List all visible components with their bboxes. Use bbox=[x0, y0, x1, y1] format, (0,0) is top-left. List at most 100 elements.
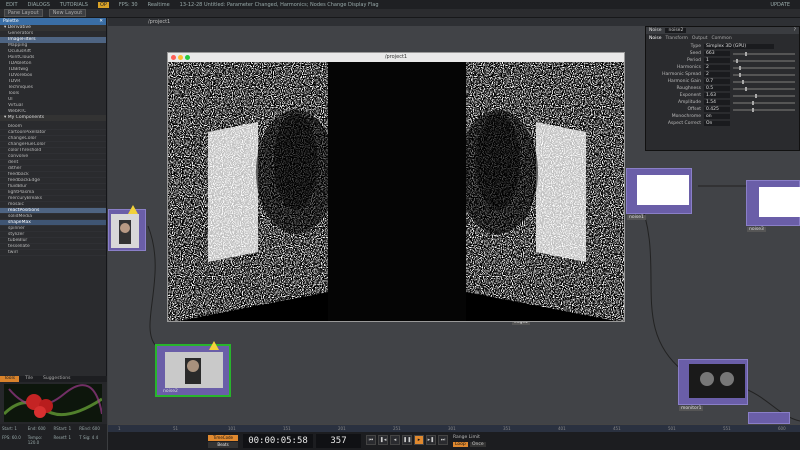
param-name: Harmonic Gain bbox=[667, 79, 701, 84]
stat-cell: T Sig: 4 4 bbox=[79, 434, 99, 440]
preview-thumbnail bbox=[4, 384, 102, 422]
param-value[interactable]: Simplex 3D (GPU) bbox=[704, 44, 774, 49]
param-slider[interactable] bbox=[733, 58, 795, 63]
slider-knob[interactable] bbox=[745, 51, 748, 56]
step-forward-button[interactable]: ▸❚ bbox=[426, 435, 436, 445]
op-node-monitor1[interactable]: monitor1 bbox=[678, 359, 748, 411]
minimize-window-icon[interactable] bbox=[178, 55, 183, 60]
op-node-left[interactable] bbox=[108, 209, 146, 251]
slider-knob[interactable] bbox=[751, 107, 754, 112]
param-value[interactable]: 2 bbox=[704, 65, 730, 70]
step-back-button[interactable]: ❚◂ bbox=[378, 435, 388, 445]
param-slider[interactable] bbox=[733, 100, 795, 105]
op-node-noise2[interactable]: noise2 bbox=[155, 344, 231, 397]
tab-common[interactable]: Common bbox=[712, 36, 732, 41]
stat-cell: Tempo: 120.0 bbox=[27, 434, 43, 445]
palette-group-components[interactable]: ▾ My Components bbox=[0, 115, 106, 121]
rewind-button[interactable]: ⏮ bbox=[366, 435, 376, 445]
timecode-mode-button[interactable]: TimeCode bbox=[208, 435, 238, 441]
tab-tools[interactable]: Tools bbox=[0, 376, 20, 382]
param-value[interactable]: 1.63 bbox=[704, 93, 730, 98]
ruler-tick: 151 bbox=[283, 426, 291, 431]
menu-tutorials[interactable]: TUTORIALS bbox=[60, 2, 88, 8]
param-slider[interactable] bbox=[733, 107, 795, 112]
slider-knob[interactable] bbox=[754, 93, 757, 98]
param-slider[interactable] bbox=[733, 79, 795, 84]
play-reverse-button[interactable]: ◂ bbox=[390, 435, 400, 445]
param-slider[interactable] bbox=[733, 51, 795, 56]
param-value[interactable]: On bbox=[704, 121, 730, 126]
slider-knob[interactable] bbox=[739, 65, 742, 70]
tab-transform[interactable]: Transform bbox=[665, 36, 687, 41]
tab-output[interactable]: Output bbox=[692, 36, 708, 41]
param-name: Offset bbox=[687, 107, 701, 112]
realtime-toggle[interactable]: Realtime bbox=[148, 2, 170, 8]
timecode-display[interactable]: 00:00:05:58 bbox=[243, 434, 313, 448]
param-value[interactable]: 0.5 bbox=[704, 86, 730, 91]
param-name: Amplitude bbox=[677, 100, 701, 105]
param-value[interactable]: 1.54 bbox=[704, 100, 730, 105]
once-button[interactable]: Once bbox=[470, 442, 486, 447]
tab-noise[interactable]: Noise bbox=[649, 36, 661, 41]
perform-window[interactable]: /project1 bbox=[167, 52, 625, 322]
param-value[interactable]: 0.7 bbox=[704, 79, 730, 84]
param-value[interactable]: on bbox=[704, 114, 730, 119]
slider-knob[interactable] bbox=[739, 72, 742, 77]
help-icon[interactable]: ? bbox=[794, 28, 796, 33]
component-item[interactable]: twirl bbox=[0, 250, 106, 256]
param-row: Monochrome on bbox=[646, 113, 799, 120]
node-viewer bbox=[759, 187, 800, 217]
param-rows: Type Simplex 3D (GPU) Seed 663 Period 1 Harmon… bbox=[646, 43, 799, 127]
close-window-icon[interactable] bbox=[171, 55, 176, 60]
close-icon[interactable]: ✕ bbox=[99, 18, 103, 25]
menu-edit[interactable]: EDIT bbox=[6, 2, 18, 8]
window-titlebar[interactable]: /project1 bbox=[168, 53, 624, 62]
param-name: Seed bbox=[689, 51, 701, 56]
palette-title: Palette bbox=[3, 19, 19, 24]
stat-cell: Start: 1 bbox=[2, 426, 17, 431]
network-path[interactable]: /project1 bbox=[148, 19, 170, 25]
op-node-null1[interactable] bbox=[748, 412, 790, 424]
slider-knob[interactable] bbox=[736, 58, 739, 63]
update-button[interactable]: UPDATE bbox=[770, 2, 790, 8]
op-node-noise1[interactable]: noise1 bbox=[626, 168, 692, 220]
loop-button[interactable]: Loop bbox=[453, 442, 468, 447]
param-value[interactable]: 0.425 bbox=[704, 107, 730, 112]
param-row: Offset 0.425 bbox=[646, 106, 799, 113]
beats-mode-button[interactable]: Beats bbox=[208, 442, 238, 448]
frame-display[interactable]: 357 bbox=[316, 434, 361, 448]
param-slider[interactable] bbox=[733, 72, 795, 77]
play-button[interactable]: ▸ bbox=[414, 435, 424, 445]
pause-button[interactable]: ❚❚ bbox=[402, 435, 412, 445]
timeline-ruler[interactable]: 1 51 101 151 201 251 301 351 401 451 501 551 600 bbox=[108, 425, 800, 432]
param-slider[interactable] bbox=[733, 93, 795, 98]
fast-forward-button[interactable]: ⏭ bbox=[438, 435, 448, 445]
param-value[interactable]: 663 bbox=[704, 51, 730, 56]
param-row: Seed 663 bbox=[646, 50, 799, 57]
slider-knob[interactable] bbox=[751, 100, 754, 105]
op-node-noise3[interactable]: noise3 bbox=[746, 180, 800, 232]
pane-layout-button[interactable]: Pane Layout bbox=[4, 9, 43, 17]
warning-icon[interactable] bbox=[209, 341, 219, 350]
menu-dialogs[interactable]: DIALOGS bbox=[28, 2, 50, 8]
op-badge[interactable]: OP bbox=[97, 1, 109, 8]
maximize-window-icon[interactable] bbox=[185, 55, 190, 60]
op-type: Noise bbox=[649, 28, 662, 33]
param-slider[interactable] bbox=[733, 65, 795, 70]
timeline-bar: 1 51 101 151 201 251 301 351 401 451 501 551 600 Tim… bbox=[108, 424, 800, 450]
new-layout-button[interactable]: New Layout bbox=[48, 9, 87, 17]
ruler-tick: 301 bbox=[448, 426, 456, 431]
tab-suggestions[interactable]: Suggestions bbox=[39, 376, 75, 382]
node-viewer bbox=[165, 352, 223, 388]
ruler-tick: 51 bbox=[173, 426, 179, 431]
param-row: Harmonics 2 bbox=[646, 64, 799, 71]
slider-knob[interactable] bbox=[742, 79, 745, 84]
warning-icon[interactable] bbox=[128, 205, 138, 214]
param-slider[interactable] bbox=[733, 86, 795, 91]
param-value[interactable]: 1 bbox=[704, 58, 730, 63]
param-value[interactable]: 2 bbox=[704, 72, 730, 77]
parameter-panel: Noise noise2 ? Noise Transform Output Co… bbox=[645, 26, 800, 151]
slider-knob[interactable] bbox=[745, 86, 748, 91]
tab-tile[interactable]: Tile bbox=[21, 376, 37, 382]
op-name[interactable]: noise2 bbox=[665, 28, 687, 33]
